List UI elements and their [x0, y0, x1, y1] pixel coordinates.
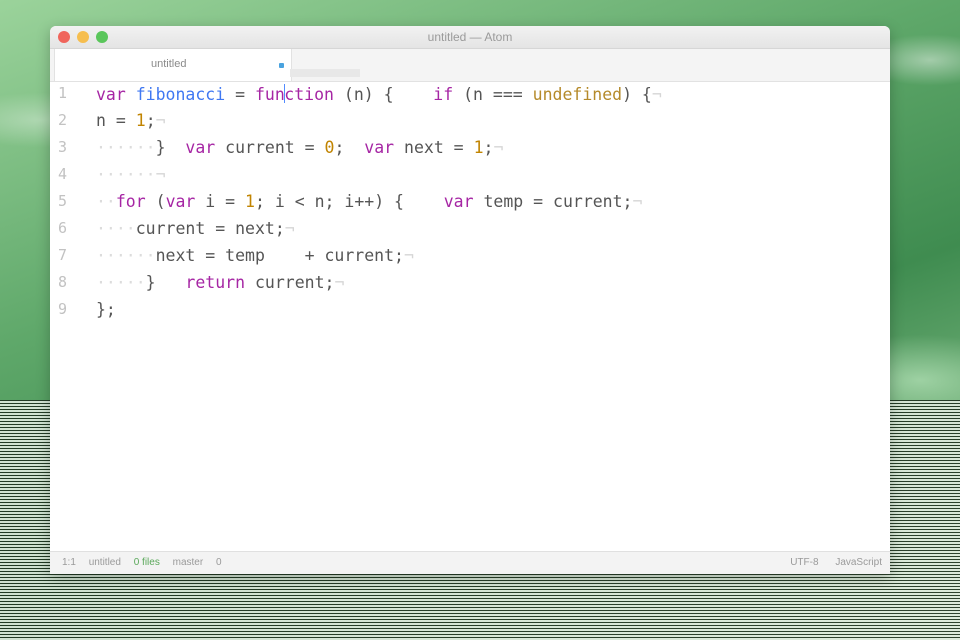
code-line[interactable]: 7 ······next = temp + current;¬	[50, 243, 890, 270]
invisible-eol-marker: ¬	[284, 219, 295, 238]
code-line[interactable]: 3 ······} var current = 0; var next = 1;¬	[50, 135, 890, 162]
code-token: (	[145, 192, 166, 211]
invisible-eol-marker: ¬	[403, 246, 414, 265]
line-code: ······next = temp + current;¬	[96, 246, 414, 265]
code-token: ction	[284, 85, 334, 104]
grammar-selector[interactable]: JavaScript	[835, 557, 882, 568]
code-line[interactable]: 6 ····current = next;¬	[50, 216, 890, 243]
tab-bar: untitled	[50, 49, 890, 82]
indent-guide: ··	[96, 192, 116, 211]
code-token: return	[185, 273, 246, 292]
code-token: n =	[96, 111, 136, 130]
status-bar: 1:1 untitled 0 files master 0 UTF-8 Java…	[50, 551, 890, 574]
code-token: ;	[145, 111, 156, 130]
tab-untitled[interactable]: untitled	[54, 49, 292, 81]
code-token: ;	[483, 138, 494, 157]
code-line[interactable]: 1 var fibonacci = function (n) { if (n ==…	[50, 81, 890, 108]
code-token: i =	[195, 192, 246, 211]
file-name[interactable]: untitled	[89, 557, 121, 568]
code-token: }	[155, 138, 186, 157]
line-number: 5	[58, 192, 68, 210]
indent-guide: ······	[96, 165, 156, 184]
status-bar-left: 1:1 untitled 0 files master 0	[62, 557, 232, 568]
line-code: ······} var current = 0; var next = 1;¬	[96, 138, 503, 157]
code-token: current;	[245, 273, 335, 292]
atom-window: untitled — Atom untitled 1 var fibonacci …	[50, 26, 890, 574]
line-code: ······¬	[96, 165, 166, 184]
code-line[interactable]: 4 ······¬	[50, 162, 890, 189]
code-token: 0	[324, 138, 335, 157]
line-number: 4	[58, 165, 68, 183]
invisible-eol-marker: ¬	[632, 192, 643, 211]
code-token: ;	[334, 138, 365, 157]
code-token: fibonacci	[135, 85, 226, 104]
line-code: ·····} return current;¬	[96, 273, 344, 292]
invisible-eol-marker: ¬	[155, 165, 166, 184]
indent-guide: ······	[96, 138, 156, 157]
code-token: 1	[245, 192, 255, 211]
invisible-eol-marker: ¬	[651, 85, 662, 104]
line-number: 2	[58, 111, 68, 129]
line-number: 9	[58, 300, 68, 318]
git-changes[interactable]: 0	[216, 557, 222, 568]
cursor-position[interactable]: 1:1	[62, 557, 76, 568]
code-token: temp = current;	[473, 192, 633, 211]
code-token: };	[96, 300, 116, 319]
tab-label: untitled	[151, 58, 187, 70]
code-line[interactable]: 8 ·····} return current;¬	[50, 270, 890, 297]
modified-indicator-icon[interactable]	[279, 63, 284, 68]
code-token: (n ===	[453, 85, 533, 104]
code-token: ; i < n; i++) {	[254, 192, 444, 211]
indent-guide: ·····	[96, 273, 146, 292]
code-token: =	[225, 85, 255, 104]
code-token: next = temp + current;	[155, 246, 404, 265]
code-token: 1	[135, 111, 146, 130]
code-token: fun	[254, 85, 285, 104]
window-title: untitled — Atom	[427, 30, 513, 44]
code-line[interactable]: 9};	[50, 297, 890, 324]
code-token: next =	[394, 138, 474, 157]
code-token: }	[145, 273, 186, 292]
encoding-selector[interactable]: UTF-8	[790, 557, 818, 568]
files-status[interactable]: 0 files	[134, 557, 160, 568]
code-token: var	[165, 192, 196, 211]
code-token: ) {	[622, 85, 652, 104]
code-token: undefined	[532, 85, 623, 104]
code-editor[interactable]: 1 var fibonacci = function (n) { if (n ==…	[50, 81, 890, 552]
line-number: 7	[58, 246, 68, 264]
indent-guide: ····	[96, 219, 136, 238]
line-code: ··for (var i = 1; i < n; i++) { var temp…	[96, 192, 642, 211]
line-code: var fibonacci = function (n) { if (n ===…	[96, 84, 662, 104]
code-token: current =	[215, 138, 325, 157]
git-branch[interactable]: master	[173, 557, 204, 568]
code-token: var	[364, 138, 395, 157]
code-line[interactable]: 5 ··for (var i = 1; i < n; i++) { var tem…	[50, 189, 890, 216]
invisible-eol-marker: ¬	[493, 138, 504, 157]
line-code: };	[96, 300, 116, 319]
code-token: current = next;	[135, 219, 285, 238]
code-line[interactable]: 2 n = 1;¬	[50, 108, 890, 135]
code-token: if	[433, 85, 454, 104]
code-token: for	[115, 192, 146, 211]
code-token: var	[96, 85, 136, 104]
indent-guide: ······	[96, 246, 156, 265]
title-bar[interactable]: untitled — Atom	[50, 26, 890, 49]
invisible-eol-marker: ¬	[155, 111, 166, 130]
line-number: 8	[58, 273, 68, 291]
invisible-eol-marker: ¬	[334, 273, 345, 292]
line-number: 6	[58, 219, 68, 237]
code-token: var	[185, 138, 216, 157]
code-token: var	[443, 192, 474, 211]
code-token: (n) {	[333, 85, 434, 104]
line-number: 3	[58, 138, 68, 156]
tab-bar-filler	[290, 69, 360, 77]
status-bar-right: UTF-8 JavaScript	[776, 557, 882, 568]
line-code: ····current = next;¬	[96, 219, 295, 238]
line-code: n = 1;¬	[96, 111, 166, 130]
code-token: 1	[473, 138, 484, 157]
line-number: 1	[58, 84, 68, 102]
